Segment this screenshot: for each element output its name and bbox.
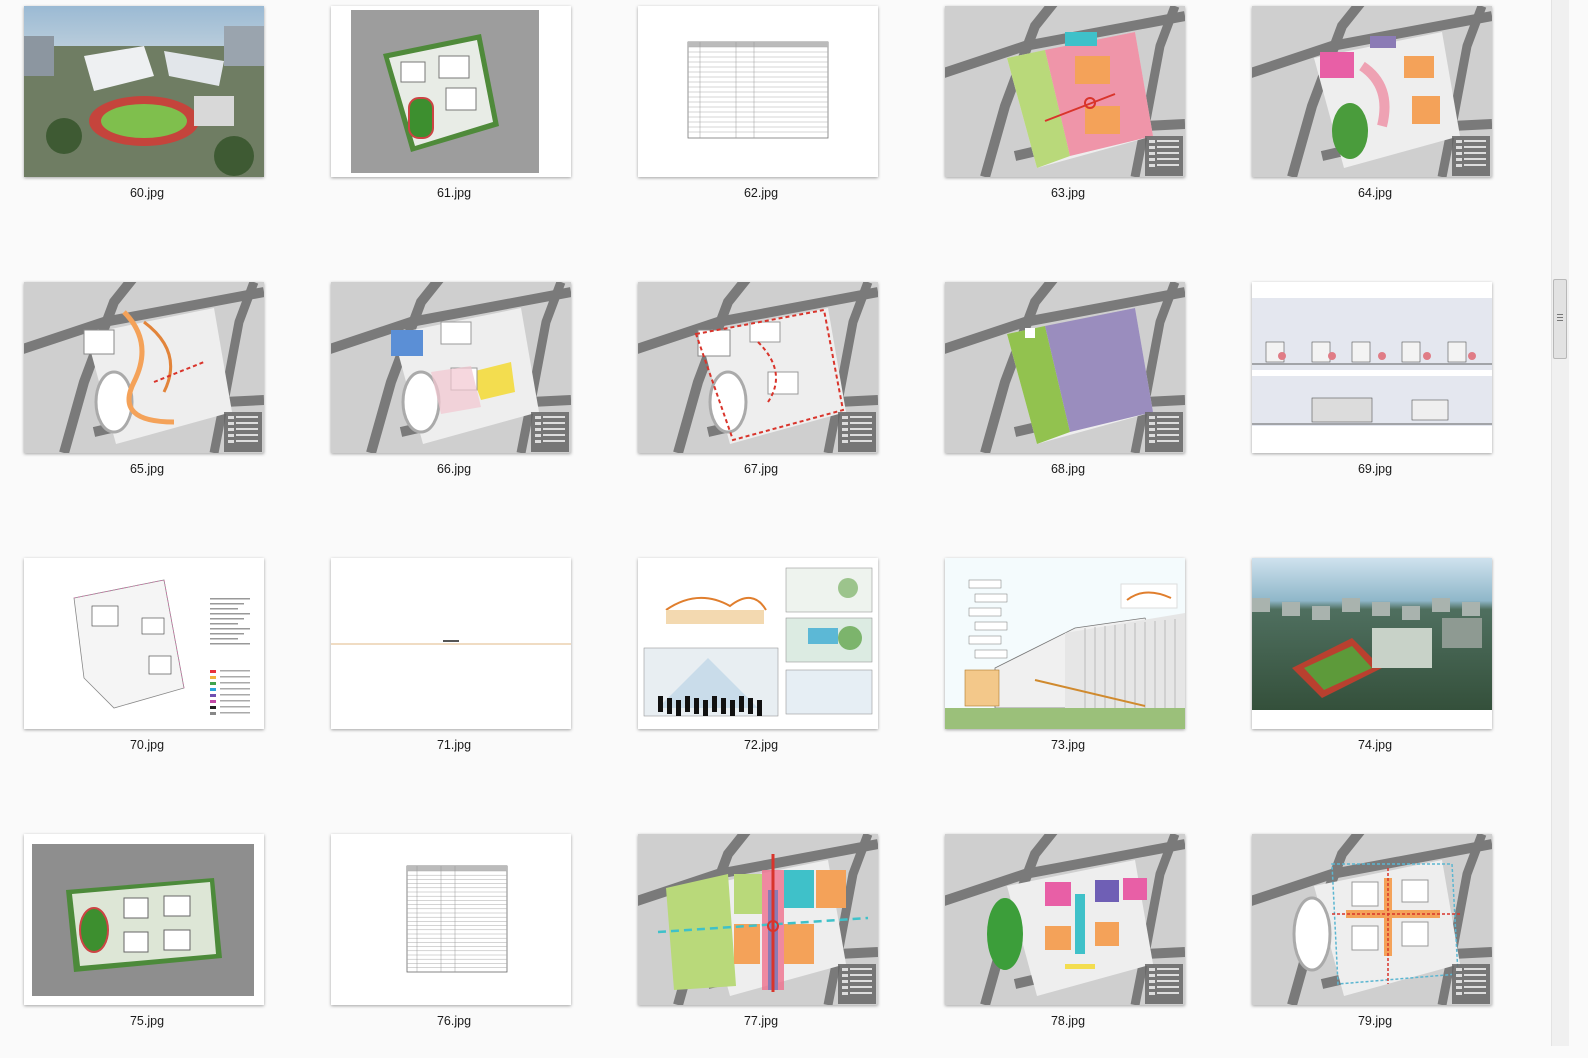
file-item[interactable]: 74.jpg [1228, 552, 1508, 782]
file-name[interactable]: 73.jpg [921, 738, 1215, 752]
file-item[interactable]: 65.jpg [0, 276, 280, 506]
file-item[interactable]: 75.jpg [0, 828, 280, 1058]
file-name[interactable]: 61.jpg [307, 186, 601, 200]
file-thumbnail[interactable] [945, 558, 1185, 729]
file-thumbnail[interactable] [1252, 834, 1492, 1005]
file-item[interactable]: 79.jpg [1228, 828, 1508, 1058]
file-thumbnail[interactable] [24, 6, 264, 177]
file-item[interactable]: 70.jpg [0, 552, 280, 782]
file-item[interactable]: 62.jpg [614, 0, 894, 230]
file-name[interactable]: 78.jpg [921, 1014, 1215, 1028]
file-item[interactable]: 64.jpg [1228, 0, 1508, 230]
file-name[interactable]: 77.jpg [614, 1014, 908, 1028]
file-name[interactable]: 68.jpg [921, 462, 1215, 476]
file-item[interactable]: 60.jpg [0, 0, 280, 230]
file-thumbnail[interactable] [331, 558, 571, 729]
file-thumbnail[interactable] [24, 282, 264, 453]
file-item[interactable]: 66.jpg [307, 276, 587, 506]
file-thumbnail[interactable] [638, 558, 878, 729]
file-thumbnail[interactable] [1252, 282, 1492, 453]
file-thumbnail[interactable] [638, 282, 878, 453]
thumbnail-grid: 60.jpg 61.jpg 62.jpg 63.jpg 64.jpg 65.jp… [0, 0, 1568, 1046]
file-item[interactable]: 69.jpg [1228, 276, 1508, 506]
vertical-scrollbar[interactable] [1551, 0, 1569, 1046]
file-name[interactable]: 72.jpg [614, 738, 908, 752]
file-name[interactable]: 60.jpg [0, 186, 294, 200]
file-name[interactable]: 71.jpg [307, 738, 601, 752]
file-name[interactable]: 66.jpg [307, 462, 601, 476]
file-thumbnail[interactable] [331, 282, 571, 453]
file-item[interactable]: 61.jpg [307, 0, 587, 230]
file-name[interactable]: 74.jpg [1228, 738, 1522, 752]
file-item[interactable]: 77.jpg [614, 828, 894, 1058]
file-name[interactable]: 65.jpg [0, 462, 294, 476]
file-item[interactable]: 78.jpg [921, 828, 1201, 1058]
file-thumbnail[interactable] [24, 558, 264, 729]
file-name[interactable]: 76.jpg [307, 1014, 601, 1028]
file-name[interactable]: 67.jpg [614, 462, 908, 476]
file-thumbnail[interactable] [945, 6, 1185, 177]
file-thumbnail[interactable] [638, 6, 878, 177]
file-item[interactable]: 71.jpg [307, 552, 587, 782]
file-thumbnail[interactable] [1252, 6, 1492, 177]
file-thumbnail[interactable] [638, 834, 878, 1005]
file-item[interactable]: 76.jpg [307, 828, 587, 1058]
file-item[interactable]: 63.jpg [921, 0, 1201, 230]
file-thumbnail[interactable] [945, 282, 1185, 453]
file-thumbnail[interactable] [331, 6, 571, 177]
file-name[interactable]: 63.jpg [921, 186, 1215, 200]
file-item[interactable]: 73.jpg [921, 552, 1201, 782]
file-name[interactable]: 64.jpg [1228, 186, 1522, 200]
file-item[interactable]: 68.jpg [921, 276, 1201, 506]
file-name[interactable]: 75.jpg [0, 1014, 294, 1028]
file-thumbnail[interactable] [24, 834, 264, 1005]
file-name[interactable]: 69.jpg [1228, 462, 1522, 476]
scrollbar-thumb[interactable] [1553, 279, 1567, 359]
file-item[interactable]: 67.jpg [614, 276, 894, 506]
file-thumbnail[interactable] [1252, 558, 1492, 729]
file-item[interactable]: 72.jpg [614, 552, 894, 782]
file-thumbnail[interactable] [945, 834, 1185, 1005]
file-name[interactable]: 79.jpg [1228, 1014, 1522, 1028]
file-thumbnail[interactable] [331, 834, 571, 1005]
file-name[interactable]: 70.jpg [0, 738, 294, 752]
file-name[interactable]: 62.jpg [614, 186, 908, 200]
